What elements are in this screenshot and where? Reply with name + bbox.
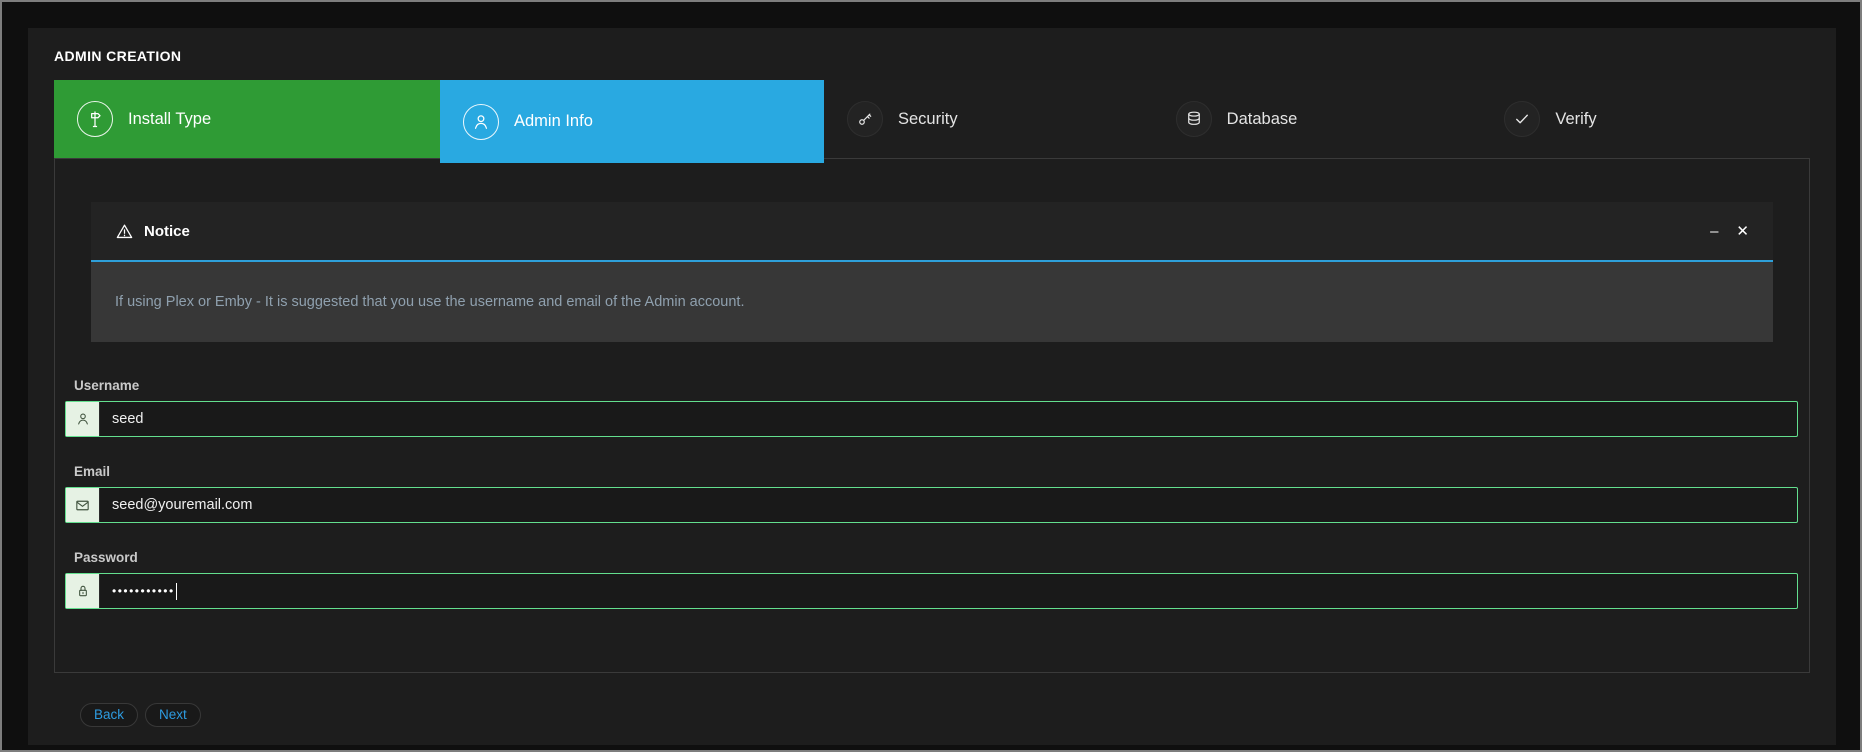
database-icon — [1176, 101, 1212, 137]
wizard-steps: Install Type Admin Info Security — [54, 80, 1810, 158]
back-button[interactable]: Back — [80, 703, 138, 727]
notice-controls: – ✕ — [1710, 224, 1749, 239]
user-addon-icon — [66, 402, 100, 436]
notice-text: If using Plex or Emby - It is suggested … — [115, 294, 744, 310]
step-install-type[interactable]: Install Type — [54, 80, 440, 158]
notice-panel: Notice – ✕ If using Plex or Emby - It is… — [91, 202, 1773, 342]
step-admin-info[interactable]: Admin Info — [440, 80, 824, 163]
step-label: Verify — [1555, 110, 1596, 129]
page-background: ADMIN CREATION Install Type Admin Info — [0, 0, 1862, 752]
envelope-icon — [66, 488, 100, 522]
step-label: Admin Info — [514, 112, 593, 131]
password-masked-value: ••••••••••• — [112, 584, 175, 598]
notice-close-button[interactable]: ✕ — [1736, 224, 1749, 239]
notice-minimize-button[interactable]: – — [1710, 224, 1718, 239]
admin-info-form-panel: Notice – ✕ If using Plex or Emby - It is… — [54, 158, 1810, 673]
lock-icon — [66, 574, 100, 608]
key-icon — [847, 101, 883, 137]
notice-header: Notice – ✕ — [91, 202, 1773, 260]
wizard-footer: Back Next — [80, 703, 1810, 727]
password-field-group: Password ••••••••••• — [65, 551, 1798, 609]
step-security[interactable]: Security — [824, 80, 1153, 158]
step-label: Install Type — [128, 110, 211, 129]
email-label: Email — [74, 465, 1798, 479]
signpost-icon — [77, 101, 113, 137]
check-icon — [1504, 101, 1540, 137]
password-input[interactable]: ••••••••••• — [100, 574, 1797, 608]
text-caret — [176, 583, 178, 600]
username-input-group — [65, 401, 1798, 437]
step-verify[interactable]: Verify — [1481, 80, 1810, 158]
notice-title: Notice — [144, 223, 190, 240]
email-input[interactable] — [100, 488, 1797, 522]
warning-icon — [115, 222, 134, 241]
username-field-group: Username — [65, 379, 1798, 437]
email-field-group: Email — [65, 465, 1798, 523]
username-input[interactable] — [100, 402, 1797, 436]
email-input-group — [65, 487, 1798, 523]
password-label: Password — [74, 551, 1798, 565]
password-input-group: ••••••••••• — [65, 573, 1798, 609]
admin-creation-panel: ADMIN CREATION Install Type Admin Info — [28, 28, 1836, 745]
page-title: ADMIN CREATION — [54, 49, 1810, 63]
step-label: Database — [1227, 110, 1298, 129]
notice-body: If using Plex or Emby - It is suggested … — [91, 262, 1773, 342]
step-database[interactable]: Database — [1153, 80, 1482, 158]
user-icon — [463, 104, 499, 140]
next-button[interactable]: Next — [145, 703, 201, 727]
step-label: Security — [898, 110, 958, 129]
username-label: Username — [74, 379, 1798, 393]
